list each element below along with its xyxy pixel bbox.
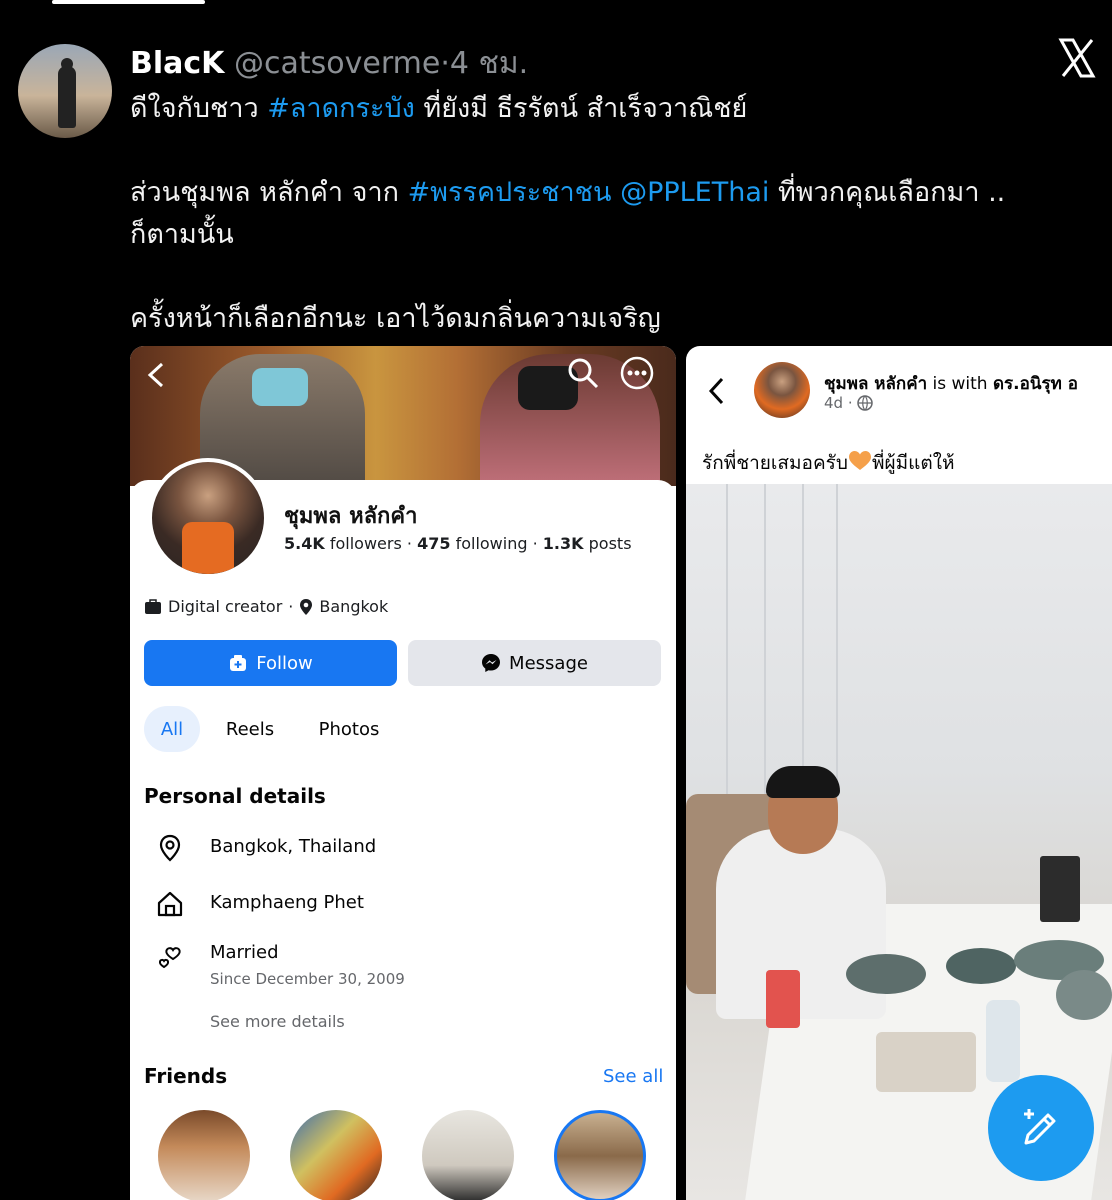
tweet-line-3: ก็ตามนั้น — [130, 219, 234, 250]
author-avatar[interactable] — [18, 44, 112, 138]
friend-avatar[interactable] — [422, 1110, 514, 1200]
friend-avatar[interactable] — [290, 1110, 382, 1200]
globe-icon — [856, 395, 873, 411]
following-label: following — [455, 534, 528, 553]
profile-screenshot[interactable]: ชุมพล หลักคำ 5.4K followers · 475 follow… — [130, 346, 676, 1200]
personal-details-title: Personal details — [144, 784, 326, 808]
post-author[interactable]: ชุมพล หลักคำ — [824, 374, 927, 394]
friends-title: Friends — [144, 1064, 228, 1088]
back-arrow-icon[interactable] — [706, 376, 728, 406]
see-all-friends-link[interactable]: See all — [603, 1066, 663, 1087]
home-indicator — [52, 0, 205, 4]
x-logo-icon[interactable] — [1058, 38, 1096, 78]
back-arrow-icon[interactable] — [144, 360, 168, 390]
tab-reels[interactable]: Reels — [218, 706, 282, 752]
tab-all[interactable]: All — [144, 706, 200, 752]
tab-photos[interactable]: Photos — [308, 706, 390, 752]
friend-avatar[interactable] — [554, 1110, 646, 1200]
post-author-line: ชุมพล หลักคำ is with ดร.อนิรุท อ — [824, 370, 1078, 397]
post-caption: รักพี่ชายเสมอครับ พี่ผู้มีแต่ให้ — [702, 448, 955, 478]
post-author-avatar[interactable] — [754, 362, 810, 418]
tweet-text: ที่พวกคุณเลือกมา .. — [769, 177, 1006, 208]
caption-text: รักพี่ชายเสมอครับ — [702, 452, 848, 474]
intro-separator: · — [288, 597, 294, 616]
friend-avatar[interactable] — [158, 1110, 250, 1200]
profile-location: Bangkok — [319, 597, 389, 616]
profile-intro: Digital creator · Bangkok — [144, 597, 388, 616]
tweet-time: 4 ชม. — [449, 46, 529, 81]
profile-avatar[interactable] — [148, 458, 268, 578]
more-icon[interactable] — [620, 356, 654, 390]
posts-label: posts — [588, 534, 632, 553]
orange-heart-icon — [848, 451, 871, 470]
post-with-text: is with — [927, 374, 993, 394]
briefcase-icon — [145, 598, 161, 614]
followers-count: 5.4K — [284, 534, 325, 553]
author-handle[interactable]: @catsoverme — [234, 46, 440, 81]
posts-count: 1.3K — [542, 534, 584, 553]
hashtag-link[interactable]: #ลาดกระบัง — [267, 93, 415, 124]
home-icon — [157, 891, 183, 917]
see-more-details-link[interactable]: See more details — [210, 1012, 345, 1031]
follow-button[interactable]: Follow — [144, 640, 397, 686]
followers-label: followers — [329, 534, 402, 553]
location-pin-icon — [300, 598, 313, 615]
profile-stats: 5.4K followers · 475 following · 1.3K po… — [284, 534, 632, 553]
profile-category: Digital creator — [168, 597, 283, 616]
caption-text: พี่ผู้มีแต่ให้ — [871, 452, 955, 474]
hearts-icon — [158, 947, 181, 969]
stats-separator: · — [532, 534, 538, 553]
follow-person-icon — [230, 655, 247, 671]
following-count: 475 — [417, 534, 451, 553]
tweet-text: ดีใจกับชาว — [130, 93, 268, 124]
profile-name: ชุมพล หลักคำ — [284, 504, 418, 529]
search-icon[interactable] — [566, 356, 600, 390]
current-city: Bangkok, Thailand — [210, 836, 377, 857]
tweet-header: BlacK @catsoverme·4 ชม. — [130, 40, 528, 87]
compose-button[interactable] — [988, 1075, 1094, 1181]
post-tagged-person[interactable]: ดร.อนิรุท อ — [993, 374, 1078, 394]
mention-link[interactable]: @PPLEThai — [620, 177, 769, 208]
tweet-text: ที่ยังมี ธีรรัตน์ สำเร็จวาณิชย์ — [414, 93, 748, 124]
message-button[interactable]: Message — [408, 640, 661, 686]
compose-icon — [1024, 1109, 1056, 1145]
relationship-status: Married — [210, 942, 279, 963]
post-meta: 4d · — [824, 394, 873, 412]
header-separator: · — [440, 46, 450, 81]
relationship-since: Since December 30, 2009 — [210, 970, 405, 988]
message-label: Message — [509, 652, 588, 674]
follow-label: Follow — [256, 652, 313, 674]
post-screenshot[interactable]: ชุมพล หลักคำ is with ดร.อนิรุท อ 4d · รั… — [686, 346, 1112, 1200]
tweet-line-4: ครั้งหน้าก็เลือกอีกนะ เอาไว้ดมกลิ่นความเ… — [130, 303, 661, 334]
tweet-line-2: ส่วนชุมพล หลักคำ จาก #พรรคประชาชน @PPLET… — [130, 170, 1005, 213]
post-age: 4d · — [824, 394, 853, 412]
messenger-icon — [482, 654, 501, 672]
stats-separator: · — [406, 534, 412, 553]
tweet-line-1: ดีใจกับชาว #ลาดกระบัง ที่ยังมี ธีรรัตน์ … — [130, 86, 747, 129]
location-pin-icon — [159, 834, 181, 862]
author-name[interactable]: BlacK — [130, 46, 224, 81]
hashtag-link[interactable]: #พรรคประชาชน — [408, 177, 612, 208]
tweet-text: ส่วนชุมพล หลักคำ จาก — [130, 177, 408, 208]
hometown: Kamphaeng Phet — [210, 892, 364, 913]
